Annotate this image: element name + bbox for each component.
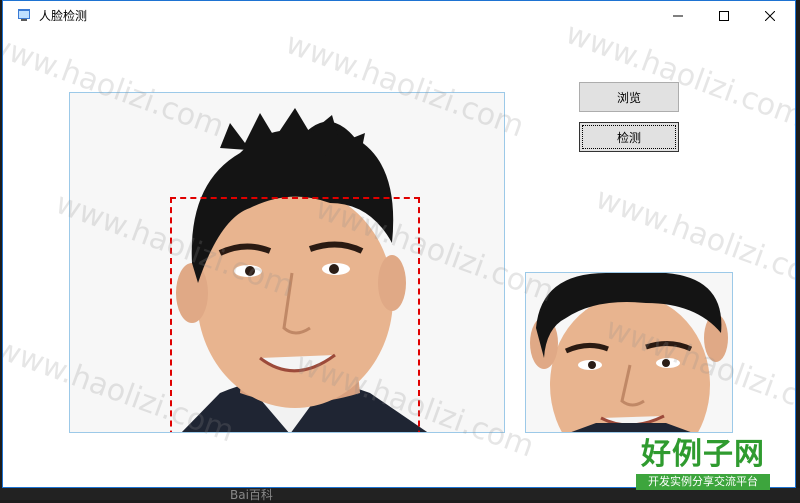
site-logo: 好例子网 开发实例分享交流平台 [636, 438, 770, 494]
logo-sub-text: 开发实例分享交流平台 [636, 474, 770, 490]
close-button[interactable] [747, 1, 793, 31]
detected-face-image [526, 273, 732, 432]
face-detect-window: 人脸检测 浏览 检测 www.haolizi.com www.haolizi.c… [2, 0, 796, 488]
title-bar[interactable]: 人脸检测 [3, 1, 795, 31]
maximize-icon [719, 11, 729, 21]
close-icon [765, 11, 775, 21]
detect-button[interactable]: 检测 [579, 122, 679, 152]
minimize-icon [673, 15, 683, 17]
window-title: 人脸检测 [39, 9, 88, 23]
logo-main-text: 好例子网 [641, 437, 765, 472]
source-image-box [69, 92, 505, 433]
maximize-button[interactable] [701, 1, 747, 31]
app-window-icon [18, 9, 30, 21]
background-text: Bai百科 [230, 488, 273, 502]
face-detection-rectangle [170, 197, 420, 432]
minimize-button[interactable] [655, 1, 701, 31]
detected-face-box [525, 272, 733, 433]
browse-button[interactable]: 浏览 [579, 82, 679, 112]
client-area: 浏览 检测 [3, 31, 795, 487]
